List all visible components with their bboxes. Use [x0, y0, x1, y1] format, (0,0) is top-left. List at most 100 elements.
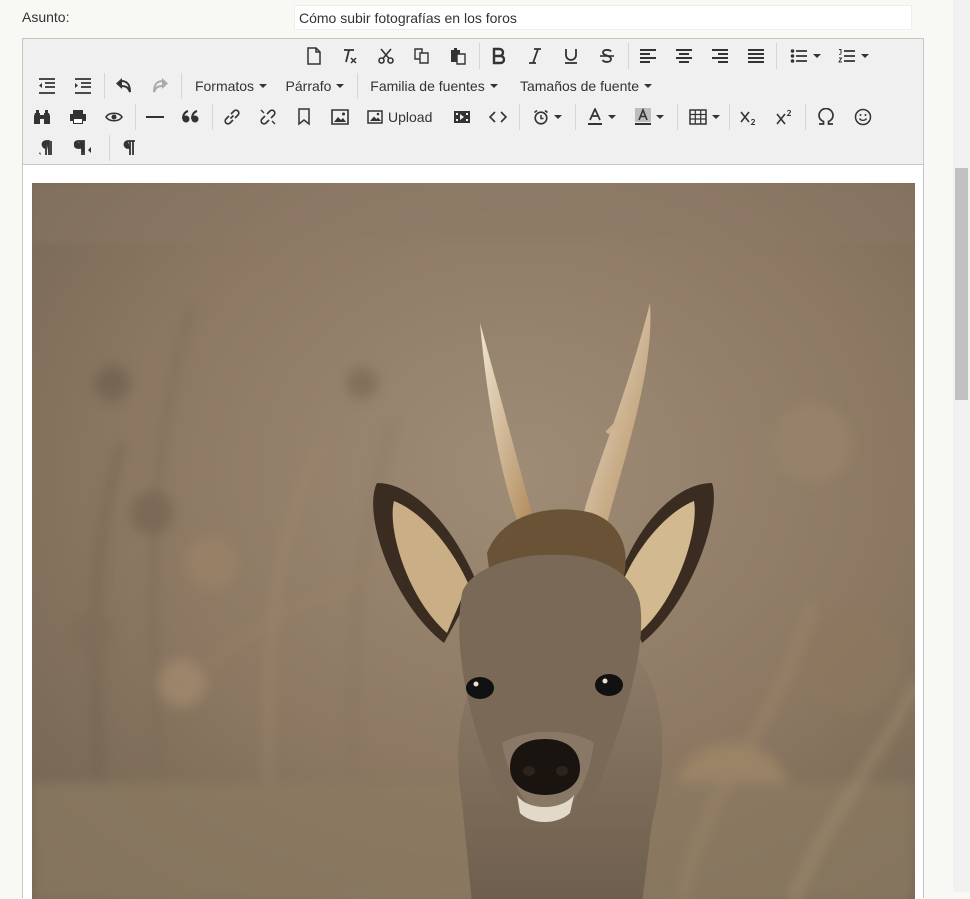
upload-label: Upload: [388, 109, 433, 125]
superscript-icon: [775, 109, 793, 125]
unlink-button[interactable]: [257, 103, 279, 131]
rtl-button[interactable]: [72, 134, 94, 162]
toolbar-divider: [479, 43, 480, 69]
undo-button[interactable]: [113, 72, 135, 100]
new-document-icon: [306, 47, 322, 65]
font-family-dropdown[interactable]: Familia de fuentes: [367, 72, 501, 100]
visual-chars-button[interactable]: [119, 134, 141, 162]
chevron-down-icon: [812, 54, 821, 58]
insert-time-icon: [533, 109, 549, 125]
preview-button[interactable]: [103, 103, 125, 131]
media-button[interactable]: [451, 103, 473, 131]
align-right-button[interactable]: [709, 42, 731, 70]
font-family-label: Familia de fuentes: [370, 78, 485, 94]
chevron-down-icon: [644, 84, 653, 88]
unlink-icon: [259, 108, 277, 126]
subject-input[interactable]: [294, 5, 912, 30]
superscript-button[interactable]: [773, 103, 795, 131]
visual-chars-icon: [123, 140, 137, 156]
special-character-button[interactable]: [814, 103, 838, 131]
horizontal-rule-button[interactable]: [144, 103, 166, 131]
image-button[interactable]: [329, 103, 351, 131]
indent-button[interactable]: [72, 72, 94, 100]
outdent-icon: [38, 78, 56, 94]
copy-icon: [413, 47, 431, 65]
editor-content[interactable]: [23, 165, 923, 899]
toolbar-divider: [357, 73, 358, 99]
background-color-button[interactable]: [629, 103, 669, 131]
justify-icon: [747, 48, 765, 64]
subscript-button[interactable]: [737, 103, 759, 131]
toolbar-divider: [104, 73, 105, 99]
numbered-list-button[interactable]: [833, 42, 873, 70]
toolbar-divider: [181, 73, 182, 99]
strikethrough-icon: [599, 47, 615, 65]
cut-button[interactable]: [375, 42, 397, 70]
align-right-icon: [711, 48, 729, 64]
paragraph-dropdown[interactable]: Párrafo: [282, 72, 348, 100]
chevron-down-icon: [336, 84, 345, 88]
emoticons-button[interactable]: [851, 103, 875, 131]
blockquote-button[interactable]: [180, 103, 202, 131]
toolbar-divider: [109, 135, 110, 161]
code-button[interactable]: [487, 103, 509, 131]
indent-icon: [74, 78, 92, 94]
find-replace-button[interactable]: [31, 103, 53, 131]
toolbar-divider: [628, 43, 629, 69]
clear-format-button[interactable]: [339, 42, 361, 70]
upload-button[interactable]: Upload: [367, 103, 439, 131]
roe-deer-photo[interactable]: [32, 183, 915, 899]
scrollbar-thumb[interactable]: [955, 168, 968, 400]
toolbar-divider: [519, 104, 520, 130]
strikethrough-button[interactable]: [596, 42, 618, 70]
rich-text-editor: Formatos Párrafo Familia de fuentes Tama…: [22, 38, 924, 899]
deer-image: [32, 183, 915, 899]
redo-icon: [151, 78, 169, 94]
bullet-list-button[interactable]: [785, 42, 825, 70]
subject-label: Asunto:: [22, 9, 70, 25]
toolbar-divider: [776, 43, 777, 69]
chevron-down-icon: [553, 115, 562, 119]
cut-icon: [377, 47, 395, 65]
copy-button[interactable]: [411, 42, 433, 70]
print-icon: [69, 109, 87, 125]
text-color-button[interactable]: [581, 103, 621, 131]
chevron-down-icon: [607, 115, 616, 119]
find-replace-icon: [33, 109, 51, 125]
background-color-icon: [634, 108, 651, 126]
special-character-icon: [817, 108, 835, 126]
image-icon: [331, 109, 349, 125]
paste-button[interactable]: [447, 42, 469, 70]
align-center-button[interactable]: [673, 42, 695, 70]
justify-button[interactable]: [745, 42, 767, 70]
bullet-list-icon: [790, 48, 808, 64]
bold-button[interactable]: [488, 42, 510, 70]
new-document-button[interactable]: [303, 42, 325, 70]
text-color-icon: [587, 108, 603, 126]
insert-time-button[interactable]: [527, 103, 567, 131]
redo-button[interactable]: [149, 72, 171, 100]
italic-button[interactable]: [524, 42, 546, 70]
chevron-down-icon: [489, 84, 498, 88]
formats-dropdown[interactable]: Formatos: [191, 72, 271, 100]
toolbar-divider: [212, 104, 213, 130]
underline-button[interactable]: [560, 42, 582, 70]
page-scrollbar[interactable]: [953, 0, 970, 892]
font-size-dropdown[interactable]: Tamaños de fuente: [515, 72, 657, 100]
outdent-button[interactable]: [36, 72, 58, 100]
anchor-icon: [297, 108, 311, 126]
anchor-button[interactable]: [293, 103, 315, 131]
toolbar-divider: [805, 104, 806, 130]
link-button[interactable]: [221, 103, 243, 131]
ltr-button[interactable]: [36, 134, 58, 162]
paragraph-label: Párrafo: [285, 78, 332, 94]
table-button[interactable]: [685, 103, 723, 131]
chevron-down-icon: [655, 115, 664, 119]
editor-toolbar: Formatos Párrafo Familia de fuentes Tama…: [23, 39, 923, 165]
subscript-icon: [739, 109, 757, 125]
blockquote-icon: [182, 110, 200, 124]
ltr-icon: [39, 140, 55, 156]
align-left-button[interactable]: [637, 42, 659, 70]
media-icon: [453, 109, 471, 125]
print-button[interactable]: [67, 103, 89, 131]
